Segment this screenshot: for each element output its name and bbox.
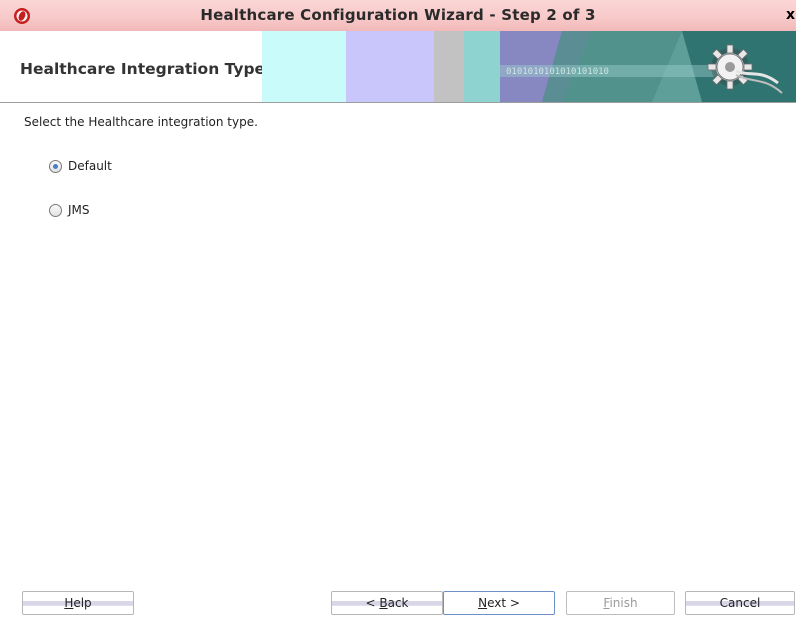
window-title: Healthcare Configuration Wizard - Step 2… xyxy=(200,6,596,24)
close-icon[interactable]: x xyxy=(786,7,796,25)
finish-button: Finish xyxy=(566,591,675,615)
back-button[interactable]: < Back xyxy=(331,591,443,615)
next-button[interactable]: Next > xyxy=(443,591,555,615)
radio-jms-label[interactable]: JMS xyxy=(68,203,90,217)
header-banner-graphic: 0101010101010101010 xyxy=(262,31,796,102)
instruction-text: Select the Healthcare integration type. xyxy=(24,115,258,129)
back-mnemonic: B xyxy=(379,596,388,610)
radio-jms-button[interactable] xyxy=(49,203,62,217)
finish-label-rest: inish xyxy=(609,596,638,610)
radio-default[interactable]: Default xyxy=(49,159,112,173)
cancel-button[interactable]: Cancel xyxy=(685,591,795,615)
banner-binary-text: 0101010101010101010 xyxy=(506,67,609,77)
back-prefix: < xyxy=(365,596,380,610)
radio-default-label[interactable]: Default xyxy=(68,159,112,173)
next-label-rest: ext > xyxy=(487,596,520,610)
radio-jms[interactable]: JMS xyxy=(49,203,90,217)
help-mnemonic: H xyxy=(64,596,74,610)
help-button[interactable]: Help xyxy=(22,591,134,615)
wizard-header: Healthcare Integration Type 010101010101… xyxy=(0,31,796,103)
help-label-rest: elp xyxy=(73,596,92,610)
next-mnemonic: N xyxy=(478,596,488,610)
title-bar[interactable]: Healthcare Configuration Wizard - Step 2… xyxy=(0,0,796,32)
radio-default-button[interactable] xyxy=(49,159,62,173)
page-title: Healthcare Integration Type xyxy=(20,60,266,78)
back-label-rest: ack xyxy=(387,596,409,610)
